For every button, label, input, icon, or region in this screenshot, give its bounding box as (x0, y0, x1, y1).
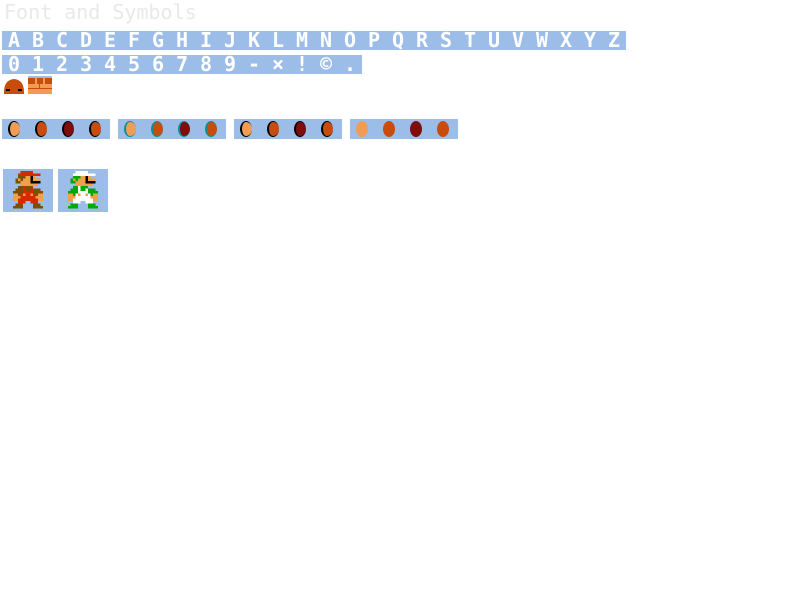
coin-frame (234, 119, 261, 139)
font-glyph: R (415, 31, 429, 50)
luigi-card (58, 169, 108, 212)
font-symbols-row: 0 1 2 3 4 5 6 7 8 9- ×! ©. (2, 55, 362, 74)
coin-frame (288, 119, 315, 139)
luigi-icon (68, 171, 98, 209)
font-glyph: 6 (151, 55, 165, 74)
tiles-row (2, 76, 52, 94)
sprite-sheet: Font and Symbols ABCDEFGHIJKLMNOPQRSTUVW… (0, 0, 800, 600)
font-glyph: J (223, 31, 237, 50)
font-glyph: 9 (223, 55, 237, 74)
coin-frame (377, 119, 404, 139)
coin-frame (2, 119, 29, 139)
font-glyph: A (7, 31, 21, 50)
coin-icon (356, 121, 368, 137)
coin-icon (410, 121, 422, 137)
font-glyph: 3 (79, 55, 93, 74)
font-letters-row: ABCDEFGHIJKLMNOPQRSTUVWXYZ (2, 31, 626, 50)
font-glyph: × (271, 55, 285, 74)
font-glyph: 4 (103, 55, 117, 74)
font-glyph: V (511, 31, 525, 50)
coin-frame (261, 119, 288, 139)
coin-icon (89, 121, 101, 137)
font-glyph: L (271, 31, 285, 50)
coin-frame (315, 119, 342, 139)
coin-frame (199, 119, 226, 139)
font-glyph: P (367, 31, 381, 50)
font-glyph: M (295, 31, 309, 50)
coin-frame (145, 119, 172, 139)
font-glyph: F (127, 31, 141, 50)
coin-icon (437, 121, 449, 137)
coin-frame (56, 119, 83, 139)
font-glyph: - (247, 55, 261, 74)
brick-icon (28, 76, 52, 94)
font-glyph: 5 (127, 55, 141, 74)
coin-animation-frames (2, 119, 458, 139)
coin-icon (124, 121, 136, 137)
font-glyph: U (487, 31, 501, 50)
font-glyph: Y (583, 31, 597, 50)
font-glyph: ! (295, 55, 309, 74)
font-glyph: W (535, 31, 549, 50)
font-glyph: Q (391, 31, 405, 50)
coin-icon (8, 121, 20, 137)
coin-frame-group (118, 119, 226, 139)
font-glyph: O (343, 31, 357, 50)
coin-icon (35, 121, 47, 137)
coin-frame (118, 119, 145, 139)
coin-icon (205, 121, 217, 137)
mario-icon (13, 171, 43, 209)
font-glyph: 2 (55, 55, 69, 74)
mario-card (3, 169, 53, 212)
coin-frame (83, 119, 110, 139)
font-glyph: 8 (199, 55, 213, 74)
coin-icon (62, 121, 74, 137)
font-glyph: . (343, 55, 357, 74)
font-glyph: E (103, 31, 117, 50)
font-glyph: I (199, 31, 213, 50)
font-glyph: N (319, 31, 333, 50)
coin-frame-group (2, 119, 110, 139)
sheet-title: Font and Symbols (4, 0, 197, 24)
coin-icon (321, 121, 333, 137)
coin-frame (29, 119, 56, 139)
coin-frame (350, 119, 377, 139)
font-glyph: S (439, 31, 453, 50)
coin-frame (431, 119, 458, 139)
font-glyph: K (247, 31, 261, 50)
goomba-icon (2, 76, 26, 94)
coin-frame (404, 119, 431, 139)
coin-frame-group (234, 119, 342, 139)
players-row (3, 169, 108, 212)
font-glyph: 7 (175, 55, 189, 74)
font-glyph: C (55, 31, 69, 50)
font-glyph: 1 (31, 55, 45, 74)
coin-icon (240, 121, 252, 137)
font-glyph: X (559, 31, 573, 50)
font-glyph: T (463, 31, 477, 50)
coin-icon (294, 121, 306, 137)
font-glyph: Z (607, 31, 621, 50)
font-glyph: B (31, 31, 45, 50)
font-glyph: H (175, 31, 189, 50)
coin-frame (172, 119, 199, 139)
coin-icon (151, 121, 163, 137)
coin-frame-group (350, 119, 458, 139)
font-glyph: © (319, 55, 333, 74)
font-glyph: D (79, 31, 93, 50)
font-glyph: 0 (7, 55, 21, 74)
coin-icon (267, 121, 279, 137)
coin-icon (383, 121, 395, 137)
coin-icon (178, 121, 190, 137)
font-glyph: G (151, 31, 165, 50)
